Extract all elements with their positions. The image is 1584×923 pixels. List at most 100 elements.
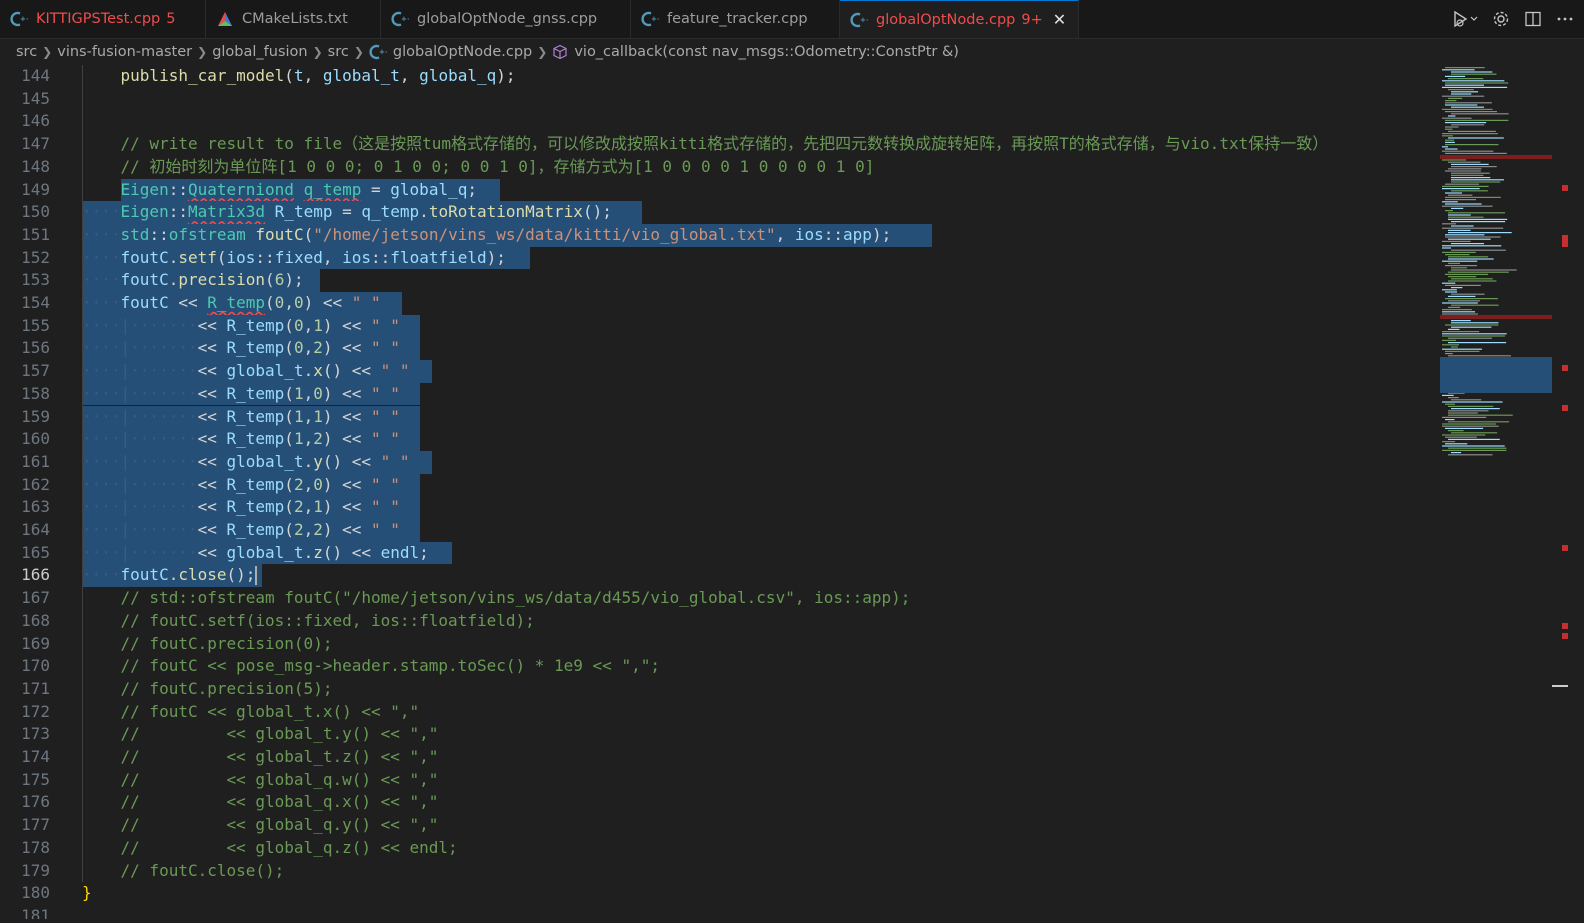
- code-line[interactable]: 150 ····Eigen::Matrix3d R_temp = q_temp.t…: [0, 201, 1438, 224]
- code-text: // << global_q.x() << ",": [120, 792, 439, 812]
- run-debug-icon[interactable]: [1452, 10, 1478, 28]
- code-line[interactable]: 160 ····|·······<< R_temp(1,2) << " ": [0, 428, 1438, 451]
- breadcrumb-item[interactable]: src: [328, 44, 349, 60]
- code-line[interactable]: 176 // << global_q.x() << ",": [0, 791, 1438, 814]
- code-line[interactable]: 165 ····|·······<< global_t.z() << endl;: [0, 541, 1438, 565]
- code-line[interactable]: 157 ····|·······<< global_t.x() << " ": [0, 360, 1438, 383]
- code-line[interactable]: 147 // write result to file（这是按照tum格式存储的…: [0, 133, 1438, 156]
- minimap-line: [1451, 269, 1517, 271]
- code-line[interactable]: 178 // << global_q.z() << endl;: [0, 837, 1438, 860]
- minimap-line: [1442, 333, 1507, 335]
- more-actions-icon[interactable]: [1556, 10, 1574, 28]
- minimap-line: [1451, 452, 1462, 454]
- minimap-line: [1442, 247, 1452, 249]
- code-line[interactable]: 159 ····|·······<< R_temp(1,1) << " ": [0, 405, 1438, 429]
- minimap-line: [1451, 163, 1489, 165]
- problem-count-badge: 9+: [1021, 11, 1043, 28]
- split-editor-icon[interactable]: [1524, 10, 1542, 28]
- code-line[interactable]: 151 ····std::ofstream foutC("/home/jetson…: [0, 223, 1438, 247]
- tab-cmakelists[interactable]: CMakeLists.txt: [206, 0, 381, 38]
- minimap-line: [1448, 262, 1460, 264]
- minimap-line: [1451, 267, 1468, 269]
- minimap-line: [1448, 238, 1491, 240]
- line-number: 150: [21, 202, 50, 222]
- minimap-line: [1442, 133, 1498, 135]
- breadcrumb-item[interactable]: src: [16, 44, 37, 60]
- code-line[interactable]: 144 publish_car_model(t, global_t, globa…: [0, 65, 1438, 88]
- breadcrumb-item[interactable]: ++ globalOptNode.cpp: [369, 43, 532, 61]
- minimap-line: [1442, 146, 1449, 148]
- code-editor[interactable]: 144 publish_car_model(t, global_t, globa…: [0, 65, 1438, 919]
- code-line[interactable]: 161 ····|·······<< global_t.y() << " ": [0, 450, 1438, 474]
- minimap-line: [1442, 260, 1478, 262]
- code-line[interactable]: 181: [0, 905, 1438, 919]
- text-cursor: [255, 566, 258, 586]
- minimap-line: [1445, 199, 1477, 201]
- scrollbar-cursor-marker: [1552, 685, 1568, 687]
- code-line[interactable]: 173 // << global_t.y() << ",": [0, 723, 1438, 746]
- code-line[interactable]: 158 ····|·······<< R_temp(1,0) << " ": [0, 382, 1438, 406]
- breadcrumb-item[interactable]: vins-fusion-master: [57, 44, 192, 60]
- code-text: // foutC.close();: [120, 860, 285, 880]
- code-text: ····foutC.close();: [82, 565, 258, 586]
- code-line[interactable]: 155 ····|·······<< R_temp(0,1) << " ": [0, 314, 1438, 338]
- line-number: 148: [21, 156, 50, 176]
- line-number: 173: [21, 724, 50, 744]
- line-number: 144: [21, 66, 50, 85]
- code-line[interactable]: 175 // << global_q.w() << ",": [0, 769, 1438, 792]
- code-line[interactable]: 170 // foutC << pose_msg->header.stamp.t…: [0, 655, 1438, 678]
- code-line[interactable]: 152 ····foutC.setf(ios::fixed, ios::float…: [0, 246, 1438, 270]
- minimap-line: [1445, 104, 1478, 106]
- svg-text:++: ++: [401, 15, 409, 23]
- breadcrumb: src ❯ vins-fusion-master ❯ global_fusion ❯ src…: [0, 39, 1584, 65]
- code-line[interactable]: 163 ····|·······<< R_temp(2,1) << " ": [0, 496, 1438, 519]
- breadcrumb-item[interactable]: vio_callback(const nav_msgs::Odometry::C…: [552, 44, 959, 60]
- minimap-line: [1448, 405, 1494, 407]
- minimap-line: [1445, 419, 1455, 421]
- minimap-line: [1445, 265, 1477, 267]
- breadcrumb-label: global_fusion: [212, 44, 308, 60]
- close-icon[interactable]: ✕: [1053, 10, 1066, 29]
- tab-globaloptnode-gnss[interactable]: ++ globalOptNode_gnss.cpp: [381, 0, 631, 38]
- line-number: 163: [21, 497, 50, 517]
- code-line[interactable]: 168 // foutC.setf(ios::fixed, ios::float…: [0, 610, 1438, 633]
- code-line[interactable]: 153 ····foutC.precision(6);: [0, 269, 1438, 292]
- minimap-line: [1442, 135, 1453, 137]
- code-line[interactable]: 167 // std::ofstream foutC("/home/jetson…: [0, 587, 1438, 610]
- minimap-viewport-selection: [1440, 357, 1552, 393]
- code-line[interactable]: 177 // << global_q.y() << ",": [0, 814, 1438, 837]
- gear-icon[interactable]: [1492, 10, 1510, 28]
- minimap-line: [1448, 447, 1507, 449]
- code-line[interactable]: 179 // foutC.close();: [0, 860, 1438, 883]
- line-number: 162: [21, 474, 50, 494]
- breadcrumb-item[interactable]: global_fusion: [212, 44, 307, 60]
- code-line[interactable]: 145: [0, 88, 1438, 111]
- tab-feature-tracker[interactable]: ++ feature_tracker.cpp: [631, 0, 840, 38]
- code-line[interactable]: 164 ····|·······<< R_temp(2,2) << " ": [0, 519, 1438, 542]
- minimap-line: [1448, 414, 1513, 416]
- code-line[interactable]: 172 // foutC << global_t.x() << ",": [0, 701, 1438, 724]
- code-line[interactable]: 174 // << global_t.z() << ",": [0, 746, 1438, 769]
- line-number: 152: [21, 247, 50, 267]
- minimap[interactable]: [1440, 65, 1552, 919]
- code-line[interactable]: 146: [0, 110, 1438, 133]
- tab-kittigpstest[interactable]: ++ KITTIGPSTest.cpp 5: [0, 0, 206, 38]
- code-line[interactable]: 148 // 初始时刻为单位阵[1 0 0 0; 0 1 0 0; 0 0 1 …: [0, 156, 1438, 179]
- scrollbar-error-marker: [1562, 365, 1568, 371]
- minimap-line: [1448, 130, 1496, 132]
- cpp-icon: ++: [391, 10, 409, 28]
- code-line[interactable]: 149 Eigen::Quaterniond q_temp = global_q…: [0, 178, 1438, 202]
- code-line[interactable]: 162 ····|·······<< R_temp(2,0) << " ": [0, 473, 1438, 497]
- code-line[interactable]: 156 ····|·······<< R_temp(0,2) << " ": [0, 337, 1438, 361]
- code-line[interactable]: 171 // foutC.precision(5);: [0, 678, 1438, 701]
- code-line[interactable]: 166 ····foutC.close();: [0, 564, 1438, 588]
- code-line[interactable]: 154 ····foutC << R_temp(0,0) << " ": [0, 292, 1438, 315]
- minimap-line: [1442, 331, 1480, 333]
- code-line[interactable]: 180}: [0, 882, 1438, 905]
- tab-globaloptnode[interactable]: ++ globalOptNode.cpp 9+ ✕: [840, 0, 1080, 38]
- minimap-line: [1448, 161, 1481, 163]
- code-line[interactable]: 169 // foutC.precision(0);: [0, 633, 1438, 656]
- minimap-line: [1445, 427, 1484, 429]
- vertical-scrollbar[interactable]: [1552, 65, 1568, 919]
- minimap-line: [1445, 139, 1455, 141]
